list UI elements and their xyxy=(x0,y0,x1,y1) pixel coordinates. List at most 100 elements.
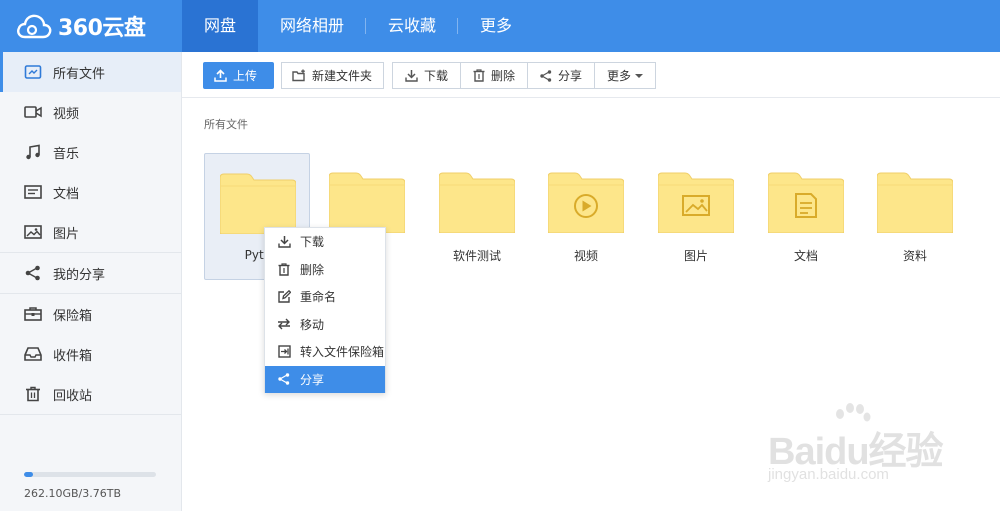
sidebar-item-music[interactable]: 音乐 xyxy=(0,132,181,172)
sidebar-item-images[interactable]: 图片 xyxy=(0,212,181,252)
file-item[interactable]: 图片 xyxy=(643,153,749,280)
share-icon xyxy=(540,69,552,82)
upload-icon xyxy=(214,69,227,82)
nav-label: 云收藏 xyxy=(388,16,437,35)
download-icon xyxy=(277,235,291,249)
context-menu-label: 删除 xyxy=(300,262,325,277)
inbox-icon xyxy=(24,345,42,363)
folder-icon xyxy=(329,172,405,233)
storage-text: 262.10GB/3.76TB xyxy=(24,487,122,500)
file-action-group: 下载 删除 分享 更多 xyxy=(392,62,657,89)
baidu-watermark: Baidu经验 jingyan.baidu.com xyxy=(760,402,960,494)
sidebar-item-trash[interactable]: 回收站 xyxy=(0,374,181,414)
sidebar-item-label: 我的分享 xyxy=(53,267,106,283)
file-name: 软件测试 xyxy=(452,249,501,263)
sidebar-item-label: 音乐 xyxy=(53,146,80,162)
upload-button[interactable]: 上传 xyxy=(203,62,274,89)
storage-usage: 262.10GB/3.76TB xyxy=(24,472,156,500)
sidebar: 所有文件 视频 音乐 文档 图片 我的分享 保险箱 收件箱 回收站 262.10… xyxy=(0,52,182,511)
nav-tab-favorites[interactable]: 云收藏 xyxy=(366,0,459,52)
caret-down-icon xyxy=(635,73,644,78)
context-menu-label: 转入文件保险箱 xyxy=(300,345,385,360)
upload-label: 上传 xyxy=(233,69,258,83)
download-button[interactable]: 下载 xyxy=(393,63,462,88)
share-label: 分享 xyxy=(558,69,583,83)
trash-icon xyxy=(24,385,42,403)
sidebar-item-documents[interactable]: 文档 xyxy=(0,172,181,212)
rename-icon xyxy=(277,290,291,304)
sidebar-item-label: 文档 xyxy=(53,186,80,202)
delete-icon xyxy=(473,69,485,82)
context-menu-label: 分享 xyxy=(300,372,325,387)
file-item[interactable]: 资料 xyxy=(862,153,968,280)
sidebar-item-label: 所有文件 xyxy=(53,66,106,82)
context-menu-label: 下载 xyxy=(300,235,325,250)
file-item[interactable]: 文档 xyxy=(753,153,859,280)
folder-icon xyxy=(439,172,515,233)
nav-tab-netdisk[interactable]: 网盘 xyxy=(182,0,259,52)
sidebar-item-label: 收件箱 xyxy=(53,348,93,364)
sidebar-item-safe[interactable]: 保险箱 xyxy=(0,294,181,334)
nav-tab-album[interactable]: 网络相册 xyxy=(258,0,367,52)
folder-icon xyxy=(877,172,953,233)
video-icon xyxy=(24,103,42,121)
storage-progress-bar xyxy=(24,472,156,477)
file-name: 资料 xyxy=(902,249,927,263)
nav-label: 网盘 xyxy=(204,16,237,35)
sidebar-item-my-shares[interactable]: 我的分享 xyxy=(0,253,181,293)
image-icon xyxy=(24,223,42,241)
cloud-logo-icon xyxy=(17,14,52,39)
logo-text: 360云盘 xyxy=(58,16,146,41)
video-folder-icon xyxy=(548,172,624,233)
context-menu-move-to-safe[interactable]: 转入文件保险箱 xyxy=(265,338,385,366)
toolbar: 上传 新建文件夹 下载 删除 分享 更多 xyxy=(182,52,1000,98)
sidebar-item-all-files[interactable]: 所有文件 xyxy=(0,52,181,92)
delete-button[interactable]: 删除 xyxy=(461,63,529,88)
share-button[interactable]: 分享 xyxy=(528,63,596,88)
more-label: 更多 xyxy=(607,69,632,83)
delete-icon xyxy=(277,262,291,276)
share-icon xyxy=(277,372,291,386)
context-menu-download[interactable]: 下载 xyxy=(265,228,385,256)
folder-icon xyxy=(220,173,296,234)
document-icon xyxy=(24,183,42,201)
new-folder-label: 新建文件夹 xyxy=(312,69,373,83)
sidebar-item-label: 图片 xyxy=(53,226,80,242)
file-name: 文档 xyxy=(793,249,818,263)
context-menu-label: 移动 xyxy=(300,317,325,332)
image-folder-icon xyxy=(658,172,734,233)
download-icon xyxy=(405,70,418,82)
move-to-safe-icon xyxy=(277,345,291,359)
nav-label: 更多 xyxy=(480,16,513,35)
file-name: 图片 xyxy=(683,249,708,263)
sidebar-item-inbox[interactable]: 收件箱 xyxy=(0,334,181,374)
app-logo[interactable]: 360云盘 xyxy=(16,10,146,42)
sidebar-divider xyxy=(0,414,181,415)
file-item[interactable]: 软件测试 xyxy=(424,153,530,280)
new-folder-button[interactable]: 新建文件夹 xyxy=(281,62,384,89)
context-menu-delete[interactable]: 删除 xyxy=(265,256,385,284)
nav-tab-more[interactable]: 更多 xyxy=(458,0,534,52)
main-nav: 网盘 网络相册 云收藏 更多 xyxy=(182,0,534,52)
sidebar-item-label: 回收站 xyxy=(53,388,93,404)
music-icon xyxy=(24,143,42,161)
share-icon xyxy=(24,264,42,282)
file-item[interactable]: 视频 xyxy=(533,153,639,280)
more-dropdown-button[interactable]: 更多 xyxy=(595,63,655,88)
context-menu-rename[interactable]: 重命名 xyxy=(265,283,385,311)
sidebar-item-label: 视频 xyxy=(53,106,80,122)
download-label: 下载 xyxy=(424,69,449,83)
sidebar-item-label: 保险箱 xyxy=(53,308,93,324)
breadcrumb[interactable]: 所有文件 xyxy=(204,116,248,132)
context-menu-share[interactable]: 分享 xyxy=(265,365,385,393)
document-folder-icon xyxy=(768,172,844,233)
context-menu-move[interactable]: 移动 xyxy=(265,311,385,339)
safe-icon xyxy=(24,305,42,323)
nav-label: 网络相册 xyxy=(280,16,345,35)
context-menu-label: 重命名 xyxy=(300,290,337,305)
watermark-url: jingyan.baidu.com xyxy=(768,466,889,483)
delete-label: 删除 xyxy=(491,69,516,83)
context-menu: 下载 删除 重命名 移动 转入文件保险箱 分享 xyxy=(264,227,386,393)
sidebar-item-video[interactable]: 视频 xyxy=(0,92,181,132)
file-name: 视频 xyxy=(573,249,598,263)
